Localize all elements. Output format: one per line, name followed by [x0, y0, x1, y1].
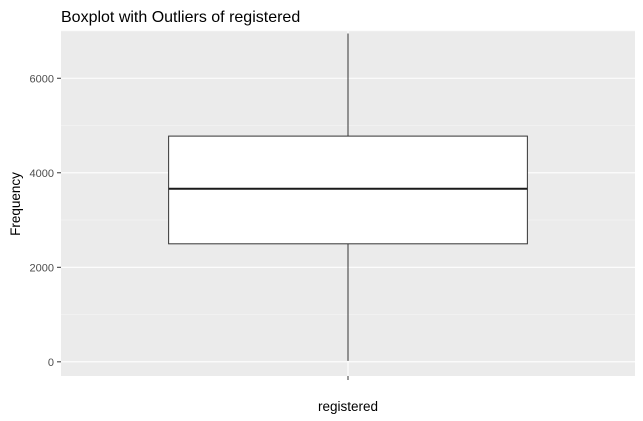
y-tick-label: 6000	[30, 73, 54, 85]
chart-title: Boxplot with Outliers of registered	[61, 9, 300, 26]
y-tick-label: 0	[48, 357, 54, 369]
box-iqr	[168, 135, 528, 245]
x-axis-title: registered	[318, 399, 378, 414]
y-tick-label: 4000	[30, 168, 54, 180]
boxplot-chart: Boxplot with Outliers of registered 0 200…	[8, 9, 635, 414]
y-tick-label: 2000	[30, 262, 54, 274]
y-axis-title: Frequency	[8, 172, 23, 236]
